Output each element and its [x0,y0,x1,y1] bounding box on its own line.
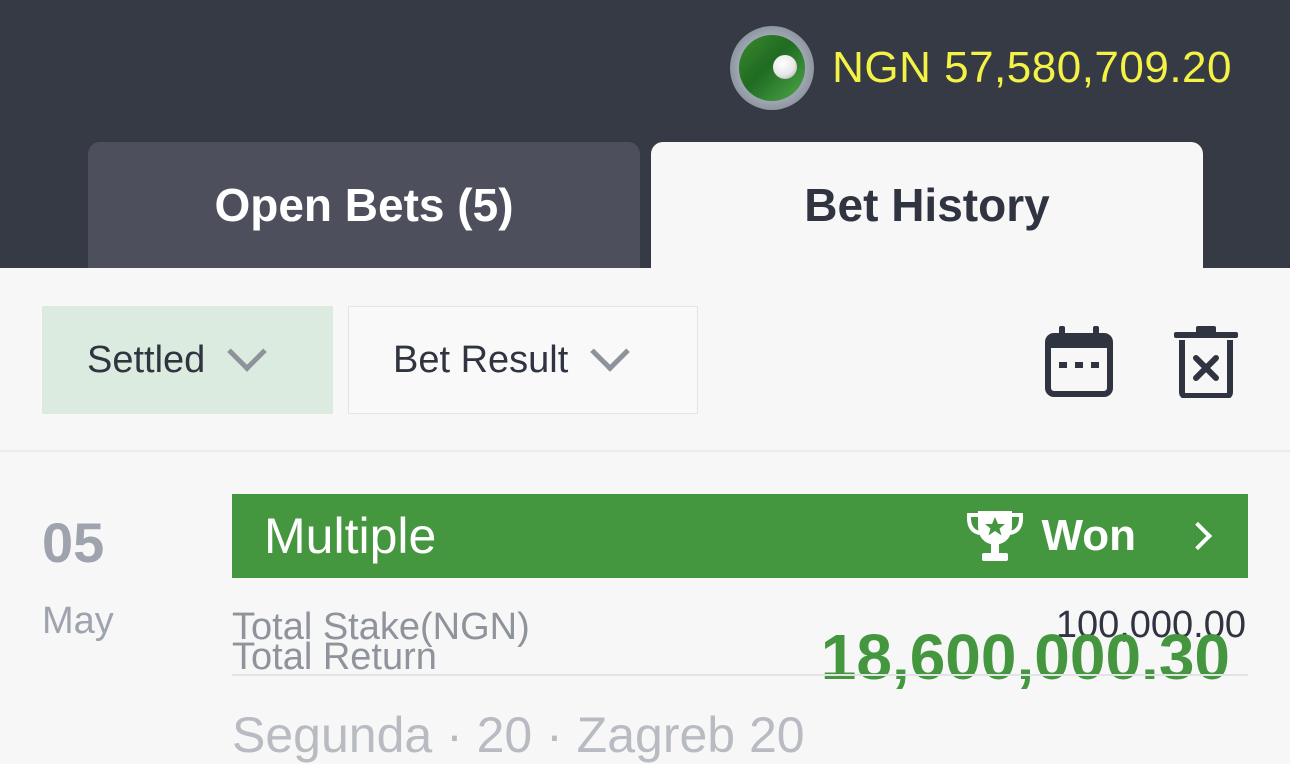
bet-selection-partial: Segunda · 20 · Zagreb 20 [232,707,805,763]
bet-result-filter-dropdown[interactable]: Bet Result [348,306,698,414]
bet-date-day: 05 [42,511,105,574]
total-return-value: 18,600,000.30 [820,621,1230,693]
tab-bet-history[interactable]: Bet History [651,142,1203,268]
settled-filter-label: Settled [87,338,206,381]
golf-ball-avatar-icon[interactable] [730,26,815,110]
balance-amount: NGN 57,580,709.20 [832,43,1232,92]
chevron-down-icon [227,332,268,372]
account-balance[interactable]: NGN 57,580,709.20 [730,26,1232,110]
top-header: NGN 57,580,709.20 Open Bets (5) Bet Hist… [0,0,1290,268]
filter-bar: Settled Bet Result [0,268,1290,452]
divider [232,674,1248,676]
bet-history-list: 05 May Multiple Won Total Stake(NGN) 100… [0,452,1290,763]
golf-ball [773,55,798,79]
bet-date-month: May [42,600,114,642]
bet-result-status: Won [1041,511,1137,560]
chevron-right-icon [1183,521,1213,551]
total-return-label: Total Return [232,636,437,678]
calendar-icon[interactable] [1044,326,1114,398]
trophy-icon [966,511,1023,561]
tab-open-bets[interactable]: Open Bets (5) [88,142,640,268]
bet-result-filter-label: Bet Result [393,338,569,381]
trash-clear-icon[interactable] [1172,326,1242,398]
bet-summary-header[interactable]: Multiple Won [232,494,1248,578]
avatar-image [739,35,806,101]
settled-filter-dropdown[interactable]: Settled [42,306,333,414]
bet-type-label: Multiple [264,508,437,564]
chevron-down-icon [590,332,631,372]
